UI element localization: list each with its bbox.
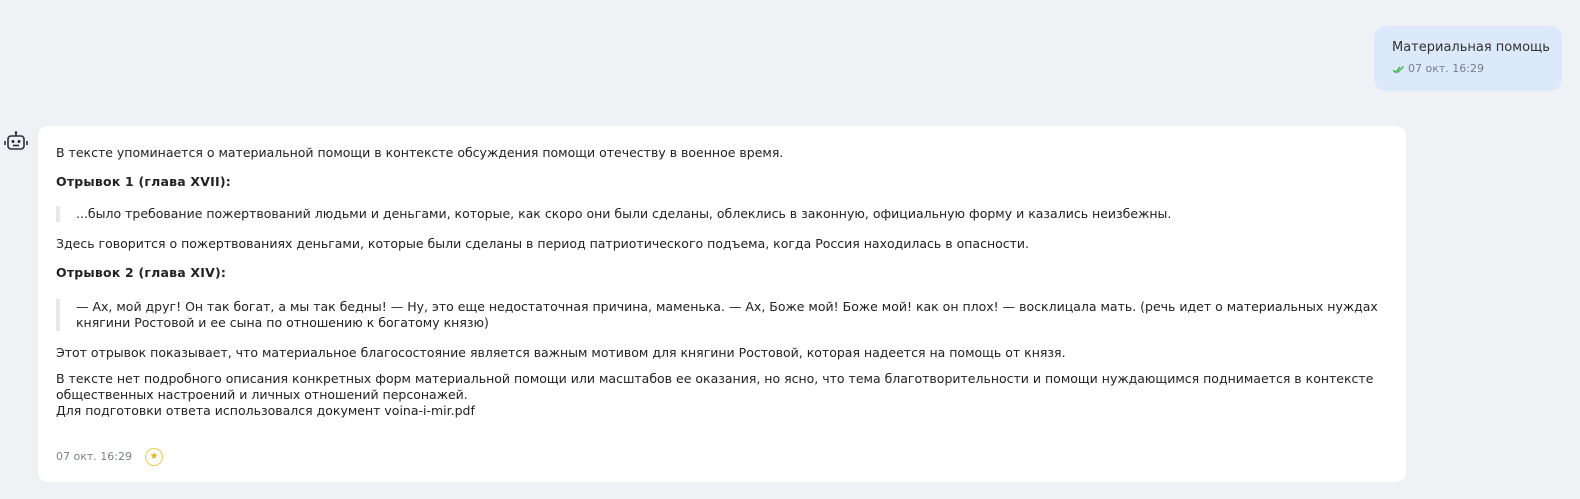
excerpt2-heading: Отрывок 2 (глава XIV): bbox=[56, 265, 227, 280]
chat-view: Материальная помощь 07 окт. 16:29 В текс bbox=[0, 0, 1580, 499]
excerpt2-quote-line2: княгини Ростовой и ее сына по отношению … bbox=[76, 315, 489, 330]
bot-intro-text: В тексте упоминается о материальной помо… bbox=[56, 145, 784, 160]
star-badge-icon[interactable]: ★ bbox=[144, 448, 163, 466]
excerpt1-quote-text: ...было требование пожертвований людьми … bbox=[76, 206, 1172, 221]
double-check-icon bbox=[1392, 64, 1405, 74]
source-note: Для подготовки ответа использовался доку… bbox=[56, 403, 475, 418]
bot-message-meta: 07 окт. 16:29 ★ bbox=[56, 448, 163, 466]
excerpt1-quote: ...было требование пожертвований людьми … bbox=[56, 206, 1388, 222]
excerpt2-quote-line1: — Ах, мой друг! Он так богат, а мы так б… bbox=[76, 299, 1378, 314]
bot-message-bubble: В тексте упоминается о материальной помо… bbox=[38, 126, 1406, 482]
excerpt1-heading: Отрывок 1 (глава XVII): bbox=[56, 174, 231, 189]
robot-icon bbox=[4, 130, 28, 154]
user-message-bubble: Материальная помощь 07 окт. 16:29 bbox=[1374, 26, 1562, 91]
excerpt2-comment: Этот отрывок показывает, что материально… bbox=[56, 345, 1066, 360]
bot-conclusion: В тексте нет подробного описания конкрет… bbox=[56, 371, 1388, 419]
user-message-meta: 07 окт. 16:29 bbox=[1392, 62, 1562, 75]
bot-message-timestamp: 07 окт. 16:29 bbox=[56, 450, 132, 463]
user-message-text: Материальная помощь bbox=[1392, 40, 1550, 55]
conclusion-line1: В тексте нет подробного описания конкрет… bbox=[56, 371, 1374, 386]
excerpt1-comment: Здесь говорится о пожертвованиях деньгам… bbox=[56, 236, 1030, 251]
conclusion-line2: общественных настроений и личных отношен… bbox=[56, 387, 468, 402]
user-message-timestamp: 07 окт. 16:29 bbox=[1408, 62, 1484, 75]
excerpt2-quote: — Ах, мой друг! Он так богат, а мы так б… bbox=[56, 299, 1388, 331]
